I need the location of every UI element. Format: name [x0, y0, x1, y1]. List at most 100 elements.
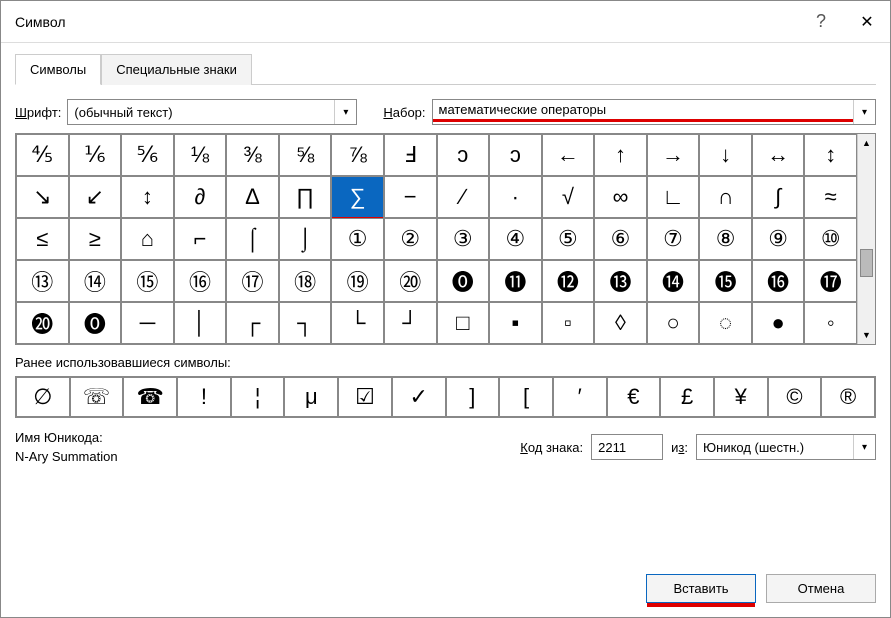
symbol-cell[interactable]: ↕	[121, 176, 174, 218]
symbol-cell[interactable]: √	[542, 176, 595, 218]
symbol-cell[interactable]: ⓿	[437, 260, 490, 302]
symbol-cell[interactable]: ▫	[542, 302, 595, 344]
symbol-cell[interactable]: ⑯	[174, 260, 227, 302]
symbol-cell[interactable]: ●	[752, 302, 805, 344]
symbol-cell[interactable]: ⅚	[121, 134, 174, 176]
symbol-cell[interactable]: ⑤	[542, 218, 595, 260]
symbol-cell[interactable]: ⅙	[69, 134, 122, 176]
recent-symbol-cell[interactable]: ☎	[123, 377, 177, 417]
symbol-cell[interactable]: ④	[489, 218, 542, 260]
insert-button[interactable]: Вставить	[646, 574, 756, 603]
symbol-cell[interactable]: Ⅎ	[384, 134, 437, 176]
symbol-cell[interactable]: ⓬	[542, 260, 595, 302]
symbol-cell[interactable]: ∕	[437, 176, 490, 218]
symbol-cell[interactable]: ⅜	[226, 134, 279, 176]
symbol-cell[interactable]: ⑮	[121, 260, 174, 302]
symbol-cell[interactable]: ▪	[489, 302, 542, 344]
symbol-cell[interactable]: ≈	[804, 176, 857, 218]
recent-symbol-cell[interactable]: !	[177, 377, 231, 417]
symbol-cell[interactable]: ∂	[174, 176, 227, 218]
recent-symbol-cell[interactable]: ®	[821, 377, 875, 417]
symbol-cell[interactable]: ⓭	[594, 260, 647, 302]
symbol-cell[interactable]: ○	[647, 302, 700, 344]
recent-symbol-cell[interactable]: [	[499, 377, 553, 417]
symbol-cell[interactable]: ∟	[647, 176, 700, 218]
symbol-cell[interactable]: ⓮	[647, 260, 700, 302]
recent-symbol-cell[interactable]: μ	[284, 377, 338, 417]
symbol-cell[interactable]: ⓯	[699, 260, 752, 302]
symbol-cell[interactable]: ⓫	[489, 260, 542, 302]
symbol-cell[interactable]: ⅘	[16, 134, 69, 176]
symbol-cell[interactable]: ⓰	[752, 260, 805, 302]
recent-symbol-cell[interactable]: £	[660, 377, 714, 417]
symbol-cell[interactable]: ↕	[804, 134, 857, 176]
symbol-cell[interactable]: ⑧	[699, 218, 752, 260]
subset-select[interactable]: математические операторы ▾	[432, 99, 876, 125]
symbol-cell[interactable]: ↙	[69, 176, 122, 218]
symbol-cell[interactable]: ⓿	[69, 302, 122, 344]
symbol-cell[interactable]: −	[384, 176, 437, 218]
code-input[interactable]	[591, 434, 663, 460]
recent-symbol-cell[interactable]: ∅	[16, 377, 70, 417]
symbol-cell[interactable]: ⑰	[226, 260, 279, 302]
symbol-cell[interactable]: ⓱	[804, 260, 857, 302]
symbol-cell[interactable]: ⑲	[331, 260, 384, 302]
symbol-cell[interactable]: ⑳	[384, 260, 437, 302]
symbol-cell[interactable]: ⅛	[174, 134, 227, 176]
symbol-cell[interactable]: └	[331, 302, 384, 344]
symbol-cell[interactable]: □	[437, 302, 490, 344]
scroll-down-icon[interactable]: ▼	[858, 326, 875, 344]
chevron-down-icon[interactable]: ▾	[334, 100, 356, 124]
symbol-cell[interactable]: ⓴	[16, 302, 69, 344]
tab-special[interactable]: Специальные знаки	[101, 54, 252, 85]
help-button[interactable]: ?	[798, 1, 844, 43]
symbol-cell[interactable]: ①	[331, 218, 384, 260]
symbol-cell[interactable]: ∩	[699, 176, 752, 218]
recent-symbol-cell[interactable]: ¦	[231, 377, 285, 417]
symbol-cell[interactable]: ◌	[699, 302, 752, 344]
symbol-cell[interactable]: ↄ	[489, 134, 542, 176]
scroll-thumb[interactable]	[860, 249, 873, 277]
symbol-cell[interactable]: ③	[437, 218, 490, 260]
recent-symbol-cell[interactable]: ✓	[392, 377, 446, 417]
symbol-cell[interactable]: ⑱	[279, 260, 332, 302]
symbol-cell[interactable]: ∏	[279, 176, 332, 218]
symbol-cell[interactable]: ⑨	[752, 218, 805, 260]
recent-symbol-cell[interactable]: €	[607, 377, 661, 417]
tab-symbols[interactable]: Символы	[15, 54, 101, 85]
symbol-cell[interactable]: ←	[542, 134, 595, 176]
symbol-cell[interactable]: ↘	[16, 176, 69, 218]
symbol-cell[interactable]: ⑥	[594, 218, 647, 260]
symbol-cell[interactable]: ⌡	[279, 218, 332, 260]
chevron-down-icon[interactable]: ▾	[853, 100, 875, 124]
chevron-down-icon[interactable]: ▾	[853, 435, 875, 459]
symbol-cell[interactable]: ≥	[69, 218, 122, 260]
font-select[interactable]: (обычный текст) ▾	[67, 99, 357, 125]
symbol-cell[interactable]: →	[647, 134, 700, 176]
recent-symbol-cell[interactable]: ☏	[70, 377, 124, 417]
symbol-cell[interactable]: ⑬	[16, 260, 69, 302]
scroll-up-icon[interactable]: ▲	[858, 134, 875, 152]
symbol-cell[interactable]: ≤	[16, 218, 69, 260]
symbol-cell[interactable]: ⌐	[174, 218, 227, 260]
symbol-cell[interactable]: ∫	[752, 176, 805, 218]
symbol-cell[interactable]: ⌂	[121, 218, 174, 260]
cancel-button[interactable]: Отмена	[766, 574, 876, 603]
symbol-cell[interactable]: ◊	[594, 302, 647, 344]
symbol-cell[interactable]: ∙	[489, 176, 542, 218]
symbol-cell[interactable]: ┌	[226, 302, 279, 344]
symbol-cell[interactable]: ─	[121, 302, 174, 344]
symbol-cell[interactable]: ┐	[279, 302, 332, 344]
symbol-cell[interactable]: ↔	[752, 134, 805, 176]
symbol-cell[interactable]: ↑	[594, 134, 647, 176]
symbol-cell[interactable]: ⌠	[226, 218, 279, 260]
recent-symbol-cell[interactable]: ¥	[714, 377, 768, 417]
symbol-cell[interactable]: ∑	[331, 176, 384, 218]
symbol-cell[interactable]: ◦	[804, 302, 857, 344]
recent-symbol-cell[interactable]: ]	[446, 377, 500, 417]
from-select[interactable]: Юникод (шестн.) ▾	[696, 434, 876, 460]
symbol-cell[interactable]: ⅞	[331, 134, 384, 176]
symbol-cell[interactable]: ⑦	[647, 218, 700, 260]
symbol-cell[interactable]: ⑩	[804, 218, 857, 260]
symbol-cell[interactable]: ②	[384, 218, 437, 260]
